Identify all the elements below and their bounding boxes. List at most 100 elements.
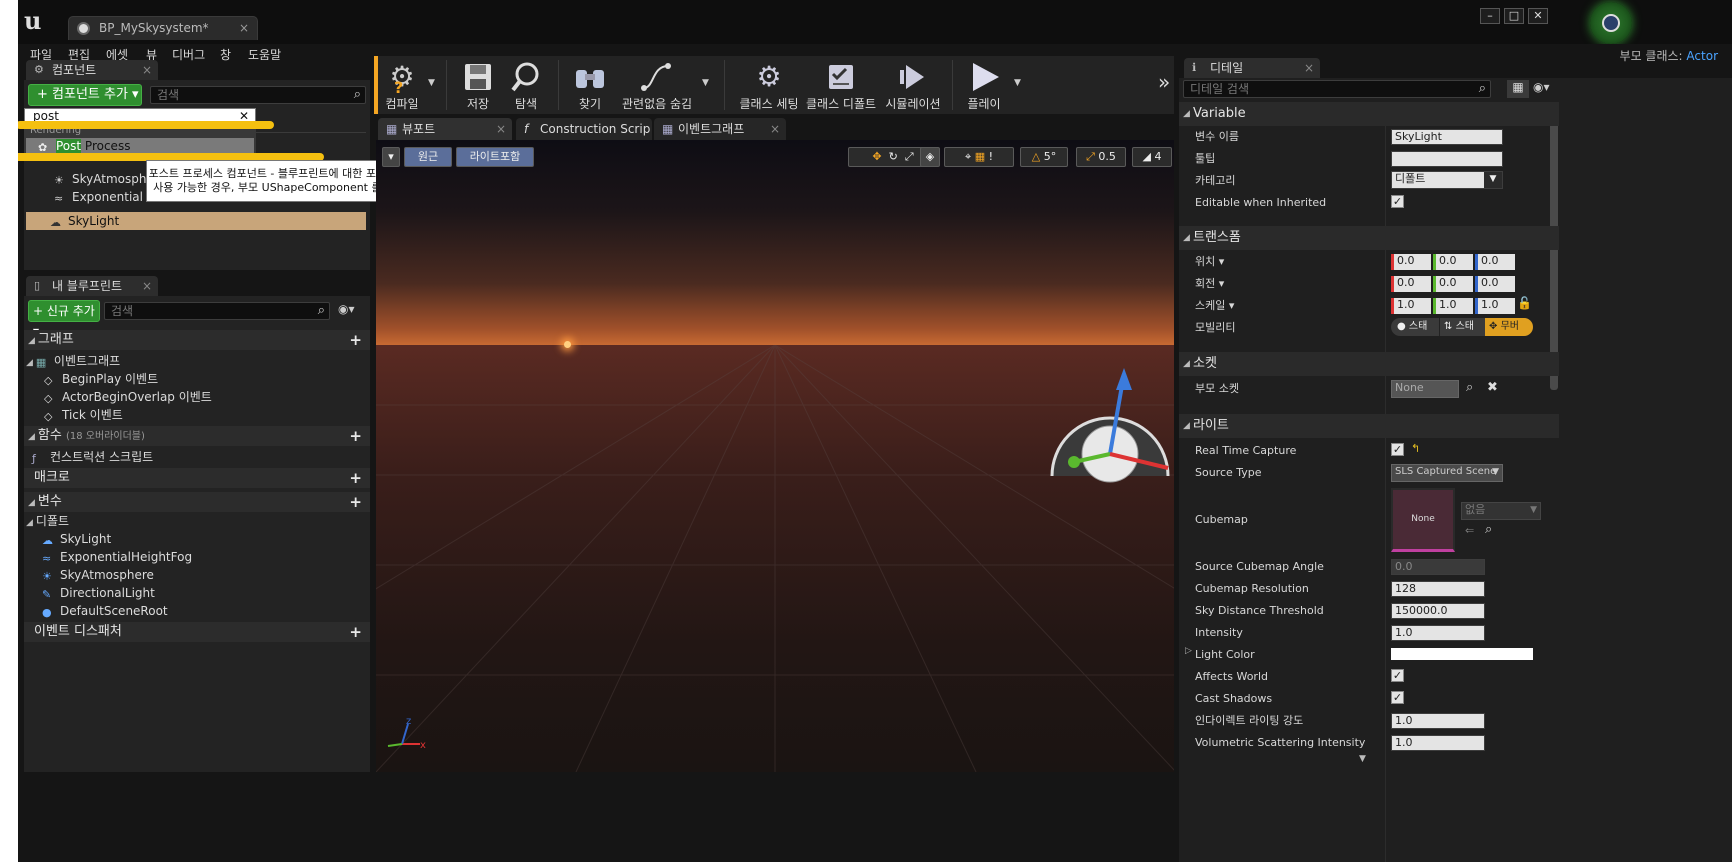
reset-to-default-icon[interactable]: ↰ [1411, 442, 1420, 455]
compile-options-dropdown[interactable]: ▼ [428, 78, 435, 88]
dispatchers-section-header[interactable]: 이벤트 디스패처 + [24, 622, 370, 642]
variable-item[interactable]: ☀ SkyAtmosphere [42, 566, 154, 584]
rotation-z-field[interactable]: 0.0 [1475, 276, 1515, 292]
grid-snap-icon[interactable]: ▦ [975, 150, 985, 163]
add-function-button[interactable]: + [349, 428, 362, 444]
find-button[interactable]: 찾기 [570, 56, 610, 114]
simulation-button[interactable]: 시뮬레이션 [882, 56, 944, 114]
editable-inherited-checkbox[interactable]: ✓ [1391, 195, 1404, 208]
compile-button[interactable]: ⚙ ? 컴파일 [378, 56, 426, 114]
source-control-orb-icon[interactable] [1590, 2, 1632, 44]
variable-item[interactable]: ≈ ExponentialHeightFog [42, 548, 192, 566]
details-search-input[interactable]: 디테일 검색 ⌕ [1183, 80, 1491, 98]
indirect-intensity-field[interactable]: 1.0 [1391, 713, 1485, 729]
scale-label[interactable]: 스케일 ▾ [1195, 298, 1234, 314]
clear-socket-icon[interactable]: ✖ [1487, 380, 1498, 395]
mobility-static-option[interactable]: ● 스태 [1391, 318, 1439, 336]
variable-name-field[interactable]: SkyLight [1391, 129, 1503, 145]
transform-category[interactable]: ◢ 트랜스폼 [1179, 226, 1559, 250]
visibility-eye-icon[interactable]: ◉▾ [1533, 80, 1550, 94]
hide-unrelated-dropdown[interactable]: ▼ [702, 78, 709, 88]
property-matrix-icon[interactable]: ▦ [1507, 80, 1529, 98]
add-graph-button[interactable]: + [349, 332, 362, 348]
parent-socket-field[interactable]: None [1391, 380, 1459, 398]
scale-z-field[interactable]: 1.0 [1475, 298, 1515, 314]
lit-mode-button[interactable]: 라이트포함 [456, 147, 534, 167]
skylight-gizmo[interactable] [1044, 368, 1174, 488]
surface-snap-icon[interactable]: ⌖ [965, 150, 971, 163]
event-item-tick[interactable]: ◇ Tick 이벤트 [44, 406, 123, 424]
source-cubemap-angle-field[interactable]: 0.0 [1391, 559, 1485, 575]
real-time-capture-checkbox[interactable]: ✓ [1391, 443, 1404, 456]
variable-item[interactable]: ● DefaultSceneRoot [42, 602, 168, 620]
components-panel-tab[interactable]: ⚙ 컴포넌트 × [26, 60, 158, 80]
variable-category[interactable]: ◢ Variable [1179, 102, 1559, 126]
tree-item-exponential[interactable]: ≈ Exponential [54, 188, 143, 206]
close-panel-icon[interactable]: × [142, 60, 152, 80]
search-socket-icon[interactable]: ⌕ [1466, 380, 1473, 395]
add-component-button[interactable]: + 컴포넌트 추가 ▾ [28, 84, 142, 106]
mobility-movable-option[interactable]: ✥ 무버 [1485, 318, 1533, 336]
close-tab-icon[interactable]: × [770, 118, 780, 140]
translate-icon[interactable]: ✥ [872, 150, 881, 163]
sky-distance-threshold-field[interactable]: 150000.0 [1391, 603, 1485, 619]
browse-button[interactable]: 탐색 [506, 56, 546, 114]
location-x-field[interactable]: 0.0 [1391, 254, 1431, 270]
graph-section-header[interactable]: ◢ 그래프 + [24, 330, 370, 350]
mobility-stationary-option[interactable]: ⇅ 스태 [1439, 318, 1485, 336]
event-item-beginplay[interactable]: ◇ BeginPlay 이벤트 [44, 370, 158, 388]
rotation-y-field[interactable]: 0.0 [1433, 276, 1473, 292]
class-defaults-button[interactable]: 클래스 디폴트 [806, 56, 876, 114]
event-graph-item[interactable]: ◢ ▦ 이벤트그래프 [26, 352, 120, 370]
add-new-button[interactable]: + 신규 추가 ▾ [28, 300, 100, 338]
hide-unrelated-button[interactable]: 관련없음 숨김 [622, 56, 692, 114]
cubemap-thumbnail[interactable]: None [1391, 488, 1455, 552]
visibility-eye-icon[interactable]: ◉▾ [338, 302, 355, 316]
add-dispatcher-button[interactable]: + [349, 624, 362, 640]
camera-speed-button[interactable]: ◢ 4 [1132, 147, 1172, 167]
play-options-dropdown[interactable]: ▼ [1014, 78, 1021, 88]
expand-arrow-icon[interactable]: ▷ [1185, 646, 1192, 656]
volumetric-scattering-field[interactable]: 1.0 [1391, 735, 1485, 751]
menu-help[interactable]: 도움말 [248, 46, 281, 63]
menu-debug[interactable]: 디버그 [172, 46, 205, 63]
play-button[interactable]: 플레이 [962, 56, 1006, 114]
unreal-logo-icon[interactable]: u [24, 6, 54, 36]
my-blueprint-panel-tab[interactable]: ▯ 내 블루프린트 × [26, 276, 158, 296]
variable-item[interactable]: ✎ DirectionalLight [42, 584, 155, 602]
location-label[interactable]: 위치 ▾ [1195, 254, 1224, 270]
tab-event-graph[interactable]: ▦ 이벤트그래프 × [654, 118, 786, 140]
3d-viewport[interactable]: ▾ 원근 라이트포함 ✥ ↻ ⤢ ◈ ⌖ ▦ ! △ 5° ⤢ 0.5 ◢ 4 [376, 140, 1174, 772]
rotate-icon[interactable]: ↻ [889, 150, 898, 163]
viewport-options-dropdown[interactable]: ▾ [382, 147, 400, 167]
functions-section-header[interactable]: ◢ 함수 (18 오버라이더블) + [24, 426, 370, 446]
cubemap-resolution-field[interactable]: 128 [1391, 581, 1485, 597]
defaults-category[interactable]: ◢ 디폴트 [26, 512, 69, 530]
sockets-category[interactable]: ◢ 소켓 [1179, 352, 1559, 376]
parent-class-link[interactable]: Actor [1686, 49, 1718, 63]
tooltip-field[interactable] [1391, 151, 1503, 167]
rotation-label[interactable]: 회전 ▾ [1195, 276, 1224, 292]
add-macro-button[interactable]: + [349, 470, 362, 486]
lock-scale-icon[interactable]: 🔓 [1517, 296, 1532, 310]
rotation-snap-group[interactable]: △ 5° [1020, 147, 1068, 167]
browse-asset-icon[interactable]: ⌕ [1485, 522, 1492, 537]
macros-section-header[interactable]: 매크로 + [24, 468, 370, 488]
intensity-field[interactable]: 1.0 [1391, 625, 1485, 641]
use-selected-asset-icon[interactable]: ⇐ [1465, 524, 1474, 537]
tab-construction-script[interactable]: f Construction Scrip [516, 118, 652, 140]
variables-section-header[interactable]: ◢ 변수 + [24, 492, 370, 512]
variable-item[interactable]: ☁ SkyLight [42, 530, 111, 548]
save-button[interactable]: 저장 [458, 56, 498, 114]
location-z-field[interactable]: 0.0 [1475, 254, 1515, 270]
affects-world-checkbox[interactable]: ✓ [1391, 669, 1404, 682]
scale-y-field[interactable]: 1.0 [1433, 298, 1473, 314]
close-tab-icon[interactable]: × [496, 118, 506, 140]
construction-script-item[interactable]: ƒ 컨스트럭션 스크립트 [32, 448, 153, 466]
components-search-input[interactable]: 검색 ⌕ [150, 86, 366, 104]
menu-window[interactable]: 창 [220, 46, 231, 63]
minimize-button[interactable]: – [1480, 8, 1500, 24]
location-y-field[interactable]: 0.0 [1433, 254, 1473, 270]
show-advanced-chevron-icon[interactable]: ▼ [1359, 754, 1366, 764]
add-variable-button[interactable]: + [349, 494, 362, 510]
